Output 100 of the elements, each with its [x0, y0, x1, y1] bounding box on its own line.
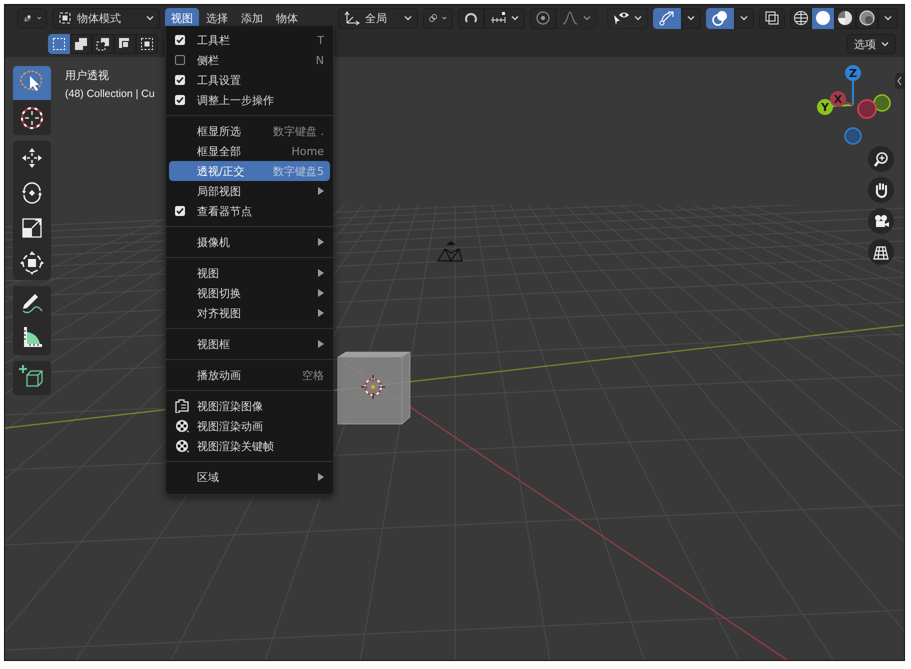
clapper-image-icon — [175, 399, 189, 413]
menu-tab[interactable]: 物体 — [270, 8, 304, 28]
submenu-arrow-icon — [318, 340, 324, 348]
select-mode-button[interactable] — [70, 34, 92, 54]
caret-icon — [740, 15, 748, 21]
film-reel-icon — [175, 419, 189, 433]
proportional-icon — [536, 11, 550, 25]
grid-perspective-icon — [873, 244, 889, 260]
caret-icon — [583, 15, 591, 21]
snap-target-dropdown[interactable] — [484, 8, 525, 28]
menu-item[interactable]: 视图 — [169, 263, 330, 283]
magnet-icon — [464, 11, 478, 25]
menu-item[interactable]: 对齐视图 — [169, 303, 330, 323]
shading-mode-button[interactable] — [856, 8, 878, 28]
object-mode-icon — [58, 11, 72, 25]
shading-mode-button[interactable] — [812, 8, 834, 28]
mode-dropdown[interactable]: 物体模式 — [52, 8, 160, 28]
falloff-dropdown[interactable] — [556, 8, 597, 28]
zoom-button[interactable] — [868, 146, 894, 172]
orientation-icon — [344, 11, 360, 25]
cursor-drawing — [360, 374, 386, 400]
intersect-select-icon — [140, 37, 154, 51]
menu-tab[interactable]: 添加 — [235, 8, 269, 28]
menu-tab[interactable]: 选择 — [200, 8, 234, 28]
menu-item[interactable]: 局部视图 — [169, 181, 330, 201]
caret-icon — [36, 15, 41, 21]
overlay-circles-icon — [712, 10, 728, 26]
menu-item[interactable]: 区域 — [169, 467, 330, 487]
overlay-toggle[interactable] — [706, 8, 734, 28]
pan-button[interactable] — [868, 177, 894, 203]
menu-item[interactable]: 播放动画 空格 — [169, 365, 330, 385]
shading-mode-button[interactable] — [834, 8, 856, 28]
options-dropdown[interactable]: 选项 — [847, 34, 896, 54]
xray-toggle[interactable] — [759, 8, 785, 28]
caret-icon — [884, 15, 892, 21]
negative-axis-handle[interactable] — [857, 99, 877, 119]
ortho-toggle-button[interactable] — [868, 239, 894, 265]
caret-icon — [511, 15, 519, 21]
menu-item[interactable]: 工具栏 T — [169, 30, 330, 50]
menu-item[interactable]: 视图框 — [169, 334, 330, 354]
select-mode-button[interactable] — [48, 34, 70, 54]
negative-axis-handle[interactable] — [873, 94, 891, 112]
solid-sphere-icon — [815, 10, 831, 26]
collection-label: (48) Collection | Cu — [65, 87, 155, 102]
gizmo-arrows-icon — [659, 10, 675, 26]
menu-item[interactable]: 摄像机 — [169, 232, 330, 252]
submenu-arrow-icon — [318, 238, 324, 246]
select-mode-button[interactable] — [92, 34, 114, 54]
subtract-select-icon — [96, 37, 110, 51]
menu-item[interactable]: 侧栏 N — [169, 50, 330, 70]
menu-item[interactable]: 查看器节点 — [169, 201, 330, 221]
set-select-icon — [52, 37, 66, 51]
gizmo-toggle[interactable] — [653, 8, 681, 28]
chevron-left-icon — [897, 77, 902, 85]
camera-view-button[interactable] — [868, 208, 894, 234]
submenu-arrow-icon — [318, 187, 324, 195]
tool-button[interactable] — [13, 361, 51, 395]
transform-icon — [18, 249, 46, 277]
view-name-label: 用户透视 — [65, 68, 110, 84]
menu-item[interactable]: 工具设置 — [169, 70, 330, 90]
camera-drawing — [437, 241, 463, 262]
hand-icon — [873, 182, 889, 198]
zoom-in-icon — [873, 151, 889, 167]
submenu-arrow-icon — [318, 289, 324, 297]
menu-item[interactable]: 框显全部 Home — [169, 141, 330, 161]
pivot-dropdown[interactable] — [423, 8, 453, 28]
cursor-icon — [18, 104, 46, 132]
menu-item[interactable]: 透视/正交 数字键盘5 — [169, 161, 330, 181]
menu-item[interactable]: 视图渲染动画 — [169, 416, 330, 436]
select-mode-button[interactable] — [114, 34, 136, 54]
caret-icon — [146, 15, 154, 21]
orientation-dropdown[interactable]: 全局 — [338, 8, 418, 28]
caret-icon — [881, 41, 889, 47]
overlay-dropdown[interactable] — [734, 8, 754, 28]
link-rings-icon — [429, 11, 438, 25]
caret-icon — [687, 15, 695, 21]
material-sphere-icon — [837, 10, 853, 26]
menu-item[interactable]: 调整上一步操作 — [169, 90, 330, 110]
snap-toggle[interactable] — [458, 8, 484, 28]
film-reel-icon — [175, 439, 189, 453]
menu-item[interactable]: 视图切换 — [169, 283, 330, 303]
menu-item[interactable]: 视图渲染图像 — [169, 396, 330, 416]
editor-type-button[interactable] — [17, 8, 47, 28]
select-mode-button[interactable] — [136, 34, 158, 54]
submenu-arrow-icon — [318, 473, 324, 481]
visibility-dropdown[interactable] — [607, 8, 648, 28]
movie-camera-icon — [873, 213, 889, 229]
shading-mode-button[interactable] — [790, 8, 812, 28]
menu-item[interactable]: 视图渲染关键帧 — [169, 436, 330, 456]
menu-item[interactable]: 框显所选 数字键盘 . — [169, 121, 330, 141]
rendered-sphere-icon — [859, 10, 875, 26]
sidebar-toggle[interactable] — [895, 73, 904, 89]
negative-axis-handle[interactable] — [844, 127, 862, 145]
axis-handle[interactable]: Z — [845, 65, 861, 105]
increment-icon — [490, 12, 506, 24]
shading-dropdown[interactable] — [878, 8, 898, 28]
wireframe-sphere-icon — [793, 10, 809, 26]
proportional-edit-toggle[interactable] — [530, 8, 556, 28]
gizmo-dropdown[interactable] — [681, 8, 701, 28]
menu-tab[interactable]: 视图 — [165, 8, 199, 28]
